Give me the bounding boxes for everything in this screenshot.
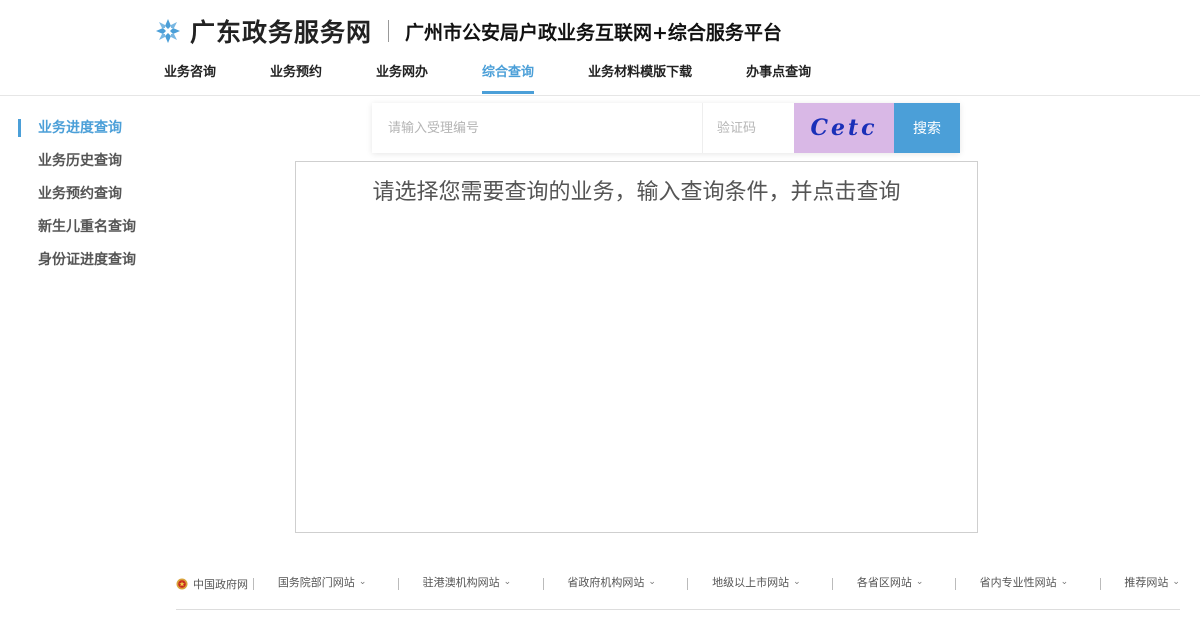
footer-item-label: 省政府机构网站 [567,576,645,589]
chevron-down-icon: ⌄ [1060,577,1069,587]
footer-item-label: 驻港澳机构网站 [422,576,500,589]
footer-dropdown-professional-sites[interactable]: 省内专业性网站 ⌄ [980,574,1069,590]
footer-item-label: 各省区网站 [856,576,912,589]
footer-separator [954,578,956,590]
nav-item-appointment[interactable]: 业务预约 [270,60,322,96]
result-hint: 请选择您需要查询的业务，输入查询条件，并点击查询 [372,180,901,205]
footer-row: 中国政府网 国务院部门网站 ⌄ 驻港澳机构网站 ⌄ 省政府机构网站 ⌄ 地级以上市网站… [176,570,1180,594]
captcha-image[interactable]: Cetc [794,103,894,153]
chevron-down-icon: ⌄ [1172,577,1180,587]
search-bar: Cetc 搜索 [372,103,960,153]
footer-separator [1099,578,1101,590]
sidebar-item-progress-query[interactable]: 业务进度查询 [18,116,178,149]
platform-title: 广州市公安局户政业务互联网+综合服务平台 [405,21,782,44]
footer-dropdown-hk-macao[interactable]: 驻港澳机构网站 ⌄ [423,574,512,590]
logo-divider [388,20,390,42]
footer-dropdown-provincial-agencies[interactable]: 省政府机构网站 ⌄ [567,574,656,590]
footer-separator [253,578,254,590]
nav-item-online-service[interactable]: 业务网办 [376,60,428,96]
sidebar-item-id-card-progress[interactable]: 身份证进度查询 [18,248,178,281]
chevron-down-icon: ⌄ [648,577,656,587]
sidebar-item-history-query[interactable]: 业务历史查询 [18,149,178,182]
header: 广东政务服务网 广州市公安局户政业务互联网+综合服务平台 业务咨询 业务预约 业… [0,0,1200,96]
footer-item-label: 国务院部门网站 [277,576,355,589]
result-panel: 请选择您需要查询的业务，输入查询条件，并点击查询 [295,161,978,533]
sidebar-item-newborn-name-query[interactable]: 新生儿重名查询 [18,215,178,248]
main-nav: 业务咨询 业务预约 业务网办 综合查询 业务材料模版下载 办事点查询 [164,60,865,96]
footer-separator [832,578,833,590]
chevron-down-icon: ⌄ [915,577,924,587]
acceptance-number-input[interactable] [372,103,702,153]
footer-item-label: 推荐网站 [1124,576,1169,589]
footer-dropdown-recommended[interactable]: 推荐网站 ⌄ [1124,574,1180,590]
footer-separator [397,578,399,590]
national-emblem-icon [176,578,188,590]
footer-dropdown-city-sites[interactable]: 地级以上市网站 ⌄ [712,574,801,590]
footer-item-label: 地级以上市网站 [712,576,790,589]
footer-dropdown-state-council[interactable]: 国务院部门网站 ⌄ [278,574,367,590]
footer-separator [542,578,544,590]
nav-item-template-download[interactable]: 业务材料模版下载 [588,60,692,96]
gov-service-logo-icon [156,19,180,43]
gov-portal-label: 中国政府网 [193,578,248,591]
chevron-down-icon: ⌄ [793,577,801,587]
site-name: 广东政务服务网 [190,18,373,47]
nav-item-comprehensive-query[interactable]: 综合查询 [482,60,535,96]
chevron-down-icon: ⌄ [358,577,367,587]
site-logo[interactable]: 广东政务服务网 广州市公安局户政业务互联网+综合服务平台 [154,14,782,48]
chevron-down-icon: ⌄ [503,577,512,587]
footer-links: 中国政府网 国务院部门网站 ⌄ 驻港澳机构网站 ⌄ 省政府机构网站 ⌄ 地级以上市网站… [176,570,1180,610]
footer-dropdown-provinces[interactable]: 各省区网站 ⌄ [857,574,924,590]
search-button[interactable]: 搜索 [894,103,960,153]
footer-item-label: 省内专业性网站 [979,576,1057,589]
footer-separator [687,578,689,590]
nav-item-office-query[interactable]: 办事点查询 [746,60,811,96]
sidebar-item-appointment-query[interactable]: 业务预约查询 [18,182,178,215]
sidebar: 业务进度查询 业务历史查询 业务预约查询 新生儿重名查询 身份证进度查询 [18,116,178,281]
captcha-input[interactable] [702,103,794,153]
gov-portal-link[interactable]: 中国政府网 [176,576,253,592]
nav-item-consult[interactable]: 业务咨询 [164,60,216,96]
